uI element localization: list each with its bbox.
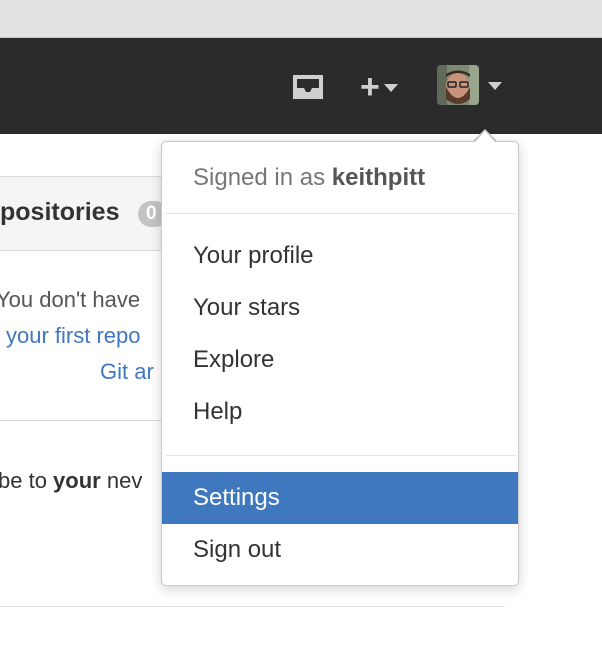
subscribe-suffix: nev <box>100 468 143 493</box>
repositories-header: positories 0 <box>0 177 180 251</box>
subscribe-bold: your <box>53 468 101 493</box>
plus-icon: + <box>360 68 380 106</box>
subscribe-text: be to your nev <box>0 468 142 494</box>
repositories-heading: positories <box>0 198 120 226</box>
repositories-panel: positories 0 You don't have your first r… <box>0 176 180 421</box>
chevron-down-icon <box>383 84 398 92</box>
menu-item-sign-out[interactable]: Sign out <box>162 524 518 576</box>
git-help-link[interactable]: Git ar <box>100 359 154 385</box>
divider <box>166 455 516 456</box>
user-dropdown-menu: Signed in as keithpitt Your profile Your… <box>161 141 519 586</box>
menu-item-your-profile[interactable]: Your profile <box>162 230 518 282</box>
dropdown-caret-inner <box>475 131 495 142</box>
menu-item-explore[interactable]: Explore <box>162 334 518 386</box>
menu-item-your-stars[interactable]: Your stars <box>162 282 518 334</box>
chevron-down-icon <box>488 82 502 90</box>
create-repo-link[interactable]: your first repo <box>6 323 141 349</box>
inbox-icon[interactable] <box>290 72 326 102</box>
create-new-menu[interactable]: + <box>360 70 398 104</box>
menu-item-settings[interactable]: Settings <box>162 472 518 524</box>
empty-state-text: You don't have <box>0 287 141 312</box>
divider <box>0 606 505 607</box>
signed-in-label: Signed in as keithpitt <box>193 164 425 192</box>
avatar <box>437 65 479 105</box>
divider <box>166 213 516 214</box>
subscribe-prefix: be to <box>0 468 54 493</box>
menu-item-help[interactable]: Help <box>162 386 518 438</box>
signed-in-prefix: Signed in as <box>193 164 332 191</box>
user-menu[interactable] <box>437 65 502 105</box>
username: keithpitt <box>331 164 426 191</box>
browser-chrome <box>0 0 602 38</box>
